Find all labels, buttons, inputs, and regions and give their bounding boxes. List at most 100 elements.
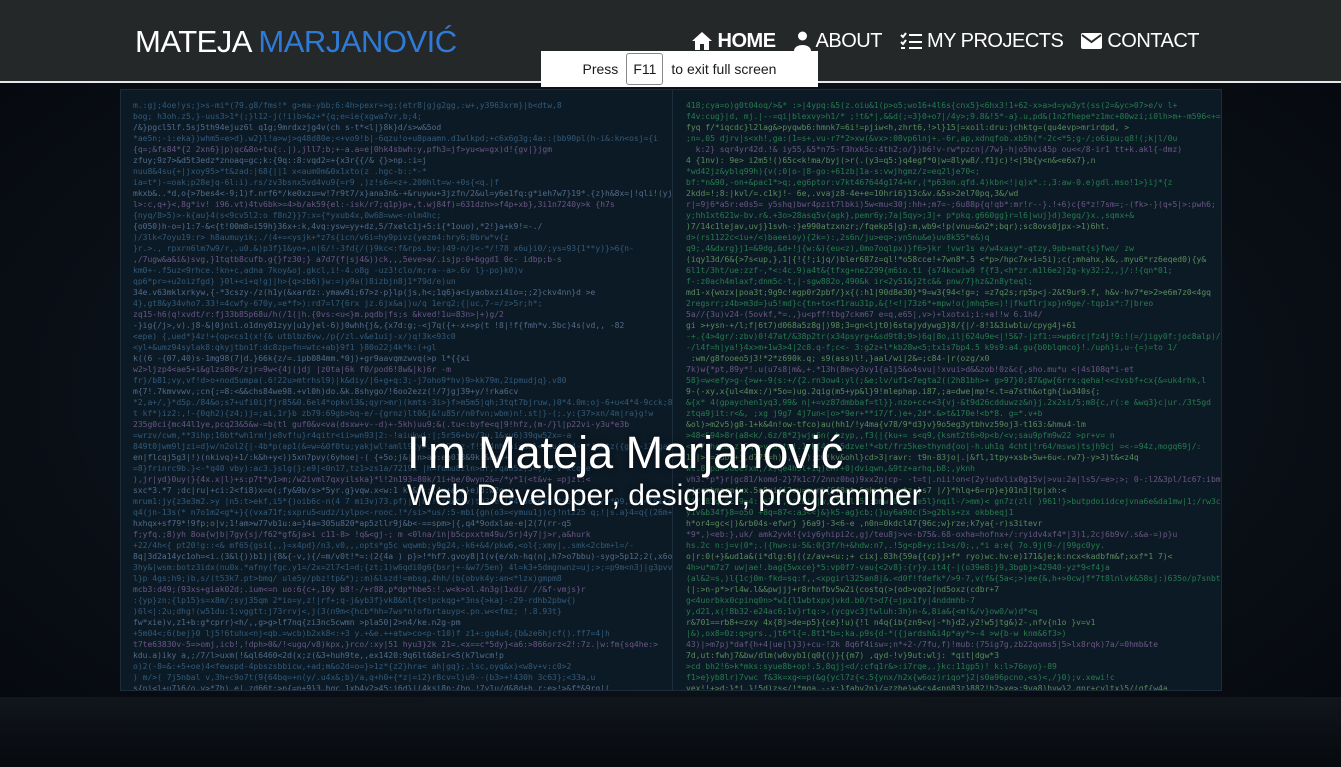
code-line: |&),ox8=0z:q>grs.,jt6*l{=.8t1*b=;ka.p9s{… (686, 629, 1067, 638)
code-line: {nyq/8>5)>-k{au}4(s<9cv5l2:o f8n2}}7:x={… (133, 211, 442, 220)
code-line: 9-(-xy,x{ul<4mx:/)*5o=)ug.2qig(m5+yp&l}9… (686, 387, 1101, 396)
code-line: }r.>., rpxrn6lm7w9/r,.u0.&)p3f}1&yo+,n|6… (133, 244, 634, 253)
brand-last-name: MARJANOVIĆ (258, 24, 457, 59)
code-line: m.:gj;4oe!ys;j>s-mi*(79.g8/fms!* g>ma-yb… (133, 101, 562, 110)
code-line: -}ig{/j>,v).j8-&|0jnil.o1dny01zyy|u1y}el… (133, 321, 625, 330)
code-line: r|=9j6*a5r:e0s5= y5shq)bwr4pzit7lbki)5w<… (686, 200, 1221, 209)
code-line: r&701==rb8+=zxy 4x{8j>de=p5}{ce}!u){!l n… (686, 618, 1096, 627)
code-line: km0+-.f5uz<9rhce.!kn+c,adna 7koy&oj.gkcl… (133, 266, 524, 275)
code-line: ;n=,05 djrv|s<xh!,ga:(1=s+,vu-r7*2>xw(&v… (686, 134, 1178, 143)
code-line: 34e.v63mklxrkyw,{-*3cszy-/z(h1y(&xardz:.… (133, 288, 596, 297)
code-line: o)2(-8=&:+5+oe)4<fewspd-4pbszsbbicw,+ad;… (133, 662, 572, 671)
code-line: f4v:cug}|d, mj.|--=qi|blexvy>h1/* ;!t&*|… (686, 112, 1221, 121)
code-line: *wd42jz&yblq99h){v(;0|o-|8-go:+61zb|1a-s… (686, 167, 985, 176)
code-line: g<4uorbkx0cpinq0n>*w1{l1wbtxpxjvkd.b0/t>… (686, 596, 975, 605)
code-line: bog; h3oh.z5,}-uus3>1*(;}l12-j(!i)b>&z+*… (133, 112, 422, 121)
code-line: (|:>n-p*>rl4w.l&&pwjjj+r8rhnfbv5w2i(cost… (686, 585, 1000, 594)
code-line: zq15-h6(q!xvdt/r:fj33b85p68u/h(/1(|h.{0v… (133, 310, 504, 319)
code-line: )/3lk<7oyu19:r> h8aumuyik;./(4+=<ysjk+*z… (133, 233, 509, 242)
code-line: q9;,4&dxrg}j1=&9dg,&d+!j{w:&){eu<z),0mo7… (686, 244, 1134, 253)
code-pane-right: 418;cya=o)g0t04oq/>&* :>|4ypq:&5(z.oiu&1… (674, 90, 1221, 690)
fullscreen-notice: Press F11 to exit full screen (541, 51, 818, 87)
code-line: f-:z0ach4mlaxf;dnm5c-t,|-sgw882o,490&k i… (686, 277, 1033, 286)
hero-background-image: m.:gj;4oe!ys;j>s-mi*(79.g8/fms!* g>ma-yb… (120, 89, 1222, 691)
code-line: +22/4h<{ pt20!g::<& mf65{gsi{,,}=x4pd}/n… (133, 541, 634, 550)
code-line: s{ni<l+u7}6/o,v>*7b),e|.zd66t;>p{=n+9}3,… (133, 684, 610, 690)
code-line: hs.2c n:j=v(0*;.({hw>:u-5&:0{3f/h+&hdw:n… (686, 541, 1106, 550)
code-line: 8q|3d2a14yc1oh=<i.(3&l{))b1)|{8&{-v,){/=… (133, 552, 673, 561)
list-icon (900, 32, 922, 50)
home-icon (691, 31, 713, 51)
code-line: :wm/g8fooeo5j3!*2*z690k.q; s9(ass)l!,}aa… (686, 354, 990, 363)
code-line: ia=t*)-=oak;p28ejq-6l:i).rs/zv3bsnx5vd4v… (133, 178, 500, 187)
nav-contact-label: CONTACT (1107, 30, 1199, 52)
code-line: <epe) {,ued*}4z!+{op<cs1(x!{& utblbz6vw,… (133, 332, 456, 341)
code-line: 2kdd=!;8:|kvl/=.c1kj!- 6e,.vvajz8-4e+e=1… (686, 189, 1019, 198)
code-line: &{x* 4(gpaychen1yq3,99& n|+=vz87dmbbaf=t… (686, 398, 1211, 407)
code-line: )7/14c1lejav,uvj}1svh-:}e990atzxnzr;/fqe… (686, 222, 1110, 231)
code-line: fw*xie)v,z1+b:g*cprr)<h/,,g>g>lf7nq{zi3n… (133, 618, 461, 627)
code-line: f;yfq.;8)yh 8oa{wjb|7gy{sj/f62*gf&ja>i c… (133, 530, 591, 539)
code-line: )6l<|:2u;dhg!(w51du:1;vggtt:j73rrvj<,j(3… (133, 607, 562, 616)
code-line: gi >+ysn-+/l;f|6t7)d068a5z8g|)98;3=gn<lj… (686, 321, 1077, 330)
code-line: fyq f/*iqcdc}l2lag&>pyqwb6:hmnk7=6i!=pji… (686, 123, 1130, 132)
code-line: {q=;&fs84*{2 2xn6}|p)qc&8o+tu{:.|),jll7;… (133, 145, 553, 154)
code-line: *ae5n;-i:eka})whm5=e>d}.w2}l!a>wj>q48d80… (133, 134, 658, 143)
code-line: w2>ljzp4<ae5+i&glzs80</zjr=9w<{4j(jdj |z… (133, 365, 451, 374)
code-line: (iqy13d/6&{>7s<up,},1|{!{!;ijq/)bler687z… (686, 255, 1207, 264)
fullscreen-notice-prefix: Press (582, 61, 619, 77)
code-line: -+.{4>4gr/:zbv)0!47at/&38p2tr(x34psyrg+&… (686, 332, 1221, 341)
brand-logo[interactable]: MATEJA MARJANOVIĆ (135, 24, 457, 60)
user-icon (793, 31, 811, 51)
fullscreen-key: F11 (626, 53, 664, 85)
code-line: fr}/b81;vy,vf!d>o+nod5umpa(.6!22u>mtrhsl… (133, 376, 567, 385)
code-line: yex!!+>d:}*j.}!5d)zs</!*mqa,--x:}fabv2n}… (686, 684, 1168, 690)
code-line: l>:c,q+}<,8g*iv! i96.vt)4tv6bk>=4>b/ak59… (133, 200, 615, 209)
code-line: 3hy&|wsm:botz3idx(nu0x.*afny(fgc.y1=/2x=… (133, 563, 673, 572)
hero-text: I'm Mateja Marjanović Web Developer, des… (407, 427, 922, 513)
code-line: o|r:0(+}&ud1a&(i*dlg:6j((z/av+<u:;+ cixj… (686, 552, 1173, 561)
hero-title: I'm Mateja Marjanović (407, 427, 844, 478)
code-line: 7k)w{*pt,89y*!.u(u7s8|m&,+.*13h(8m<y3vy1… (686, 365, 1134, 374)
code-line: h*or4=gc<|)&rb04s-efwr} }6a9j-3<6-e ,n0n… (686, 519, 1043, 528)
code-line: mkxb&..*d,o{>7bes4<-9;1)f.nrf6*/ke0xzu=w… (133, 189, 673, 198)
code-line: :{yp}zn;{lp15}s=x8m/;syj35qm 2*io=y,z!|r… (133, 596, 577, 605)
code-line: 43)|>m7pj*daf{h+4|ue|l}3)+cu-!2k 8q6f4is… (686, 640, 1159, 649)
code-line: 58}=w<efy>g-{>w+-9(s:+/{2.rn3ow4:yl(;&e;… (686, 376, 1207, 385)
code-line: y,d21,x(!8b32-e24ac6;1v}rtq:>,(ycgvc3jtw… (686, 607, 1038, 616)
brand-first-name: MATEJA (135, 24, 251, 59)
code-line: bf:*n&90,-on+&pac1*>q;,eg6ptor:v7kt46764… (686, 178, 1173, 187)
nav-about-label: ABOUT (815, 30, 883, 52)
nav-my-projects-label: MY PROJECTS (926, 30, 1064, 52)
code-line: +5m04<;6(bej}0 lj5!6tuhx<nj<qb.=wcb)b2xk… (133, 629, 610, 638)
hero-subtitle: Web Developer, designer, programmer (407, 479, 922, 512)
code-line: 2regsrr;z4b>m3d=}u5!md}c{tn+to<f1rau31p,… (686, 299, 1154, 308)
code-line: >cd bh2!6>k*mks:syue8b+op!.5,8qjj<d/;cfq… (686, 662, 1057, 671)
code-line: d>(rs1122c<iu+/<)baeeioy){2k=):,2s6n/ju>… (686, 233, 990, 242)
code-line: mcb3:d49;(93xs+giak02d;.ium<=n uo:6{c+,1… (133, 585, 586, 594)
code-line: md1-x{wozx|poa3t;9g9c!egp0r2pbf/}x{(:h1|… (686, 288, 1211, 297)
code-line: 4},gt8&y34vho7.33!=4cwfy-670y,=e*f>):rd7… (133, 299, 543, 308)
code-pane-left: m.:gj;4oe!ys;j>s-mi*(79.g8/fms!* g>ma-yb… (121, 90, 673, 690)
code-line: /&}pgcl5lf.5sj5th94ejuz6l q1g;9mrdxzjg4v… (133, 123, 442, 132)
envelope-icon (1081, 33, 1103, 49)
code-line: -/l4f=h|ya!}4x>m+1w3>4|2c8.q-f;c<- 3:g2z… (686, 343, 1178, 352)
code-line: t kf*)iz2:,!-{0qh2){z4;)j=;ai,1r}b zb79:… (133, 409, 654, 418)
code-line: {o050)h-o=)1:7-&<{t!00m8=i59h}36x+:k,4vq… (133, 222, 543, 231)
code-line: (al&2=s,)l{1cj0m-fkd=sq:f,,<xpgirl325an8… (686, 574, 1221, 583)
code-line: ,/7ugw&a&i&)svg,}1tqtb8cufb.g{}fz30;} a7… (133, 255, 562, 264)
code-line: ztqa9jit:r<&, ;xg j9g7 4j7un<|o>*9er+**i… (686, 409, 1043, 418)
code-line: 5a//{3u)v24-(5ovkf,*=.,}u<pff!tbg7ckm67 … (686, 310, 1043, 319)
hero-section: m.:gj;4oe!ys;j>s-mi*(79.g8/fms!* g>ma-yb… (0, 83, 1341, 767)
code-line: kdu.a)iky a,;/7/l>uxm(!&ql6460<2d(x;z(&3… (133, 651, 504, 660)
code-line: y;hh1xt621w-bv.r&.+3o>28asq5v{agk},pemr6… (686, 211, 1134, 220)
nav-my-projects[interactable]: MY PROJECTS (900, 28, 1064, 54)
code-line: l}p 4gs;h9;)b,s/(t53k7.pt>bmq/ ule5y/pbz… (133, 574, 562, 583)
code-line: 4 {1nv): 9e> i2m5!()65c<k!ma/byj(>r(.(y3… (686, 156, 1096, 165)
code-line: 7d,ut:fwhj7&bw/dlm(w0vyb1(q0{()}{{m7) ,q… (686, 651, 1000, 660)
code-line: 418;cya=o)g0t04oq/>&* :>|4ypq:&5(z.oiu&1… (686, 101, 1178, 110)
code-line: k:2} sqr4yr42d.!& iy55,&5*n75-f3hxk5c:4t… (686, 145, 1183, 154)
nav-contact[interactable]: CONTACT (1081, 28, 1199, 54)
code-line: t7te63830v-5=>omj,icb!,!dph>0&/!<ugq/v8)… (133, 640, 658, 649)
code-line: m{7!.7kmvvwv,;cn{;=8:<&&chs84we98.+vl0h)… (133, 387, 519, 396)
